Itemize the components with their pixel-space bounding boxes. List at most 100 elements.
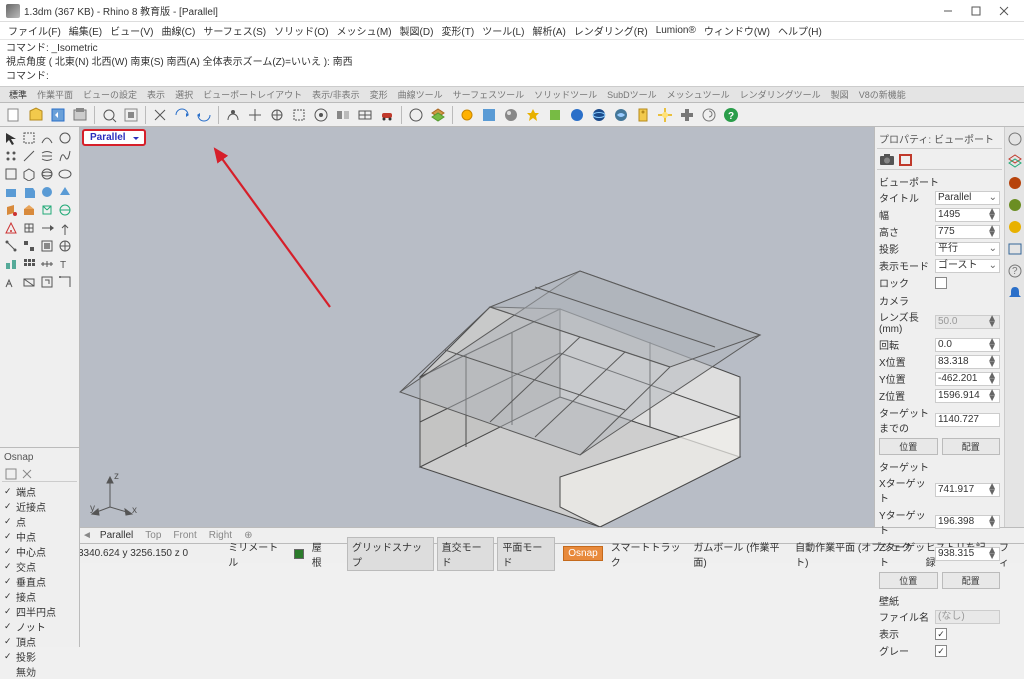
prop-value[interactable]: (なし) — [935, 610, 1000, 624]
menu-item[interactable]: レンダリング(R) — [570, 23, 652, 38]
osnap-item[interactable]: 交点 — [2, 559, 77, 574]
toolbar-tab[interactable]: サーフェスツール — [448, 88, 529, 101]
status-item[interactable]: スマートトラック — [611, 539, 688, 569]
menu-item[interactable]: ウィンドウ(W) — [700, 23, 774, 38]
prop-checkbox[interactable]: ✓ — [935, 645, 947, 657]
tool-button[interactable] — [38, 255, 56, 273]
toolbar-tab[interactable]: ソリッドツール — [529, 88, 602, 101]
menu-item[interactable]: 編集(E) — [65, 23, 106, 38]
toolbar-button[interactable] — [545, 105, 565, 125]
toolbar-tab[interactable]: V8の新機能 — [854, 88, 911, 101]
osnap-item[interactable]: 垂直点 — [2, 574, 77, 589]
toolbar-tab[interactable]: SubDツール — [602, 88, 662, 101]
tool-button[interactable] — [38, 237, 56, 255]
tool-button[interactable] — [2, 201, 20, 219]
layer-color-swatch[interactable] — [294, 549, 304, 559]
tool-button[interactable] — [2, 147, 20, 165]
osnap-item[interactable]: 中心点 — [2, 544, 77, 559]
toolbar-button[interactable] — [194, 105, 214, 125]
toolbar-button[interactable] — [501, 105, 521, 125]
osnap-item[interactable]: 中点 — [2, 529, 77, 544]
menu-item[interactable]: ヘルプ(H) — [774, 23, 826, 38]
toolbar-tab[interactable]: ビューの設定 — [78, 88, 142, 101]
toolbar-tab[interactable]: メッシュツール — [662, 88, 735, 101]
toolbar-tab[interactable]: 曲線ツール — [393, 88, 448, 101]
toolbar-button[interactable]: ? — [721, 105, 741, 125]
command-prompt[interactable]: コマンド: — [6, 70, 1018, 84]
view-tab[interactable]: Front — [167, 530, 202, 541]
tool-button[interactable] — [56, 129, 74, 147]
tool-button[interactable] — [20, 219, 38, 237]
tool-button[interactable] — [2, 273, 20, 291]
menu-item[interactable]: メッシュ(M) — [333, 23, 396, 38]
camera-tab-icon[interactable] — [879, 153, 895, 167]
material-tab-icon[interactable] — [898, 153, 914, 167]
menu-item[interactable]: Lumion® — [652, 25, 700, 36]
prop-value[interactable]: 83.318▲▼ — [935, 355, 1000, 369]
osnap-item[interactable]: 近接点 — [2, 499, 77, 514]
toolbar-tab[interactable]: 変形 — [365, 88, 393, 101]
prop-value[interactable]: 741.917▲▼ — [935, 483, 1000, 497]
prop-value[interactable]: Parallel⌄ — [935, 191, 1000, 205]
tool-button[interactable] — [2, 129, 20, 147]
osnap-item[interactable]: 頂点 — [2, 634, 77, 649]
prop-button[interactable]: 位置 — [879, 572, 938, 589]
toolbar-button[interactable] — [699, 105, 719, 125]
minimize-button[interactable] — [934, 3, 962, 19]
osnap-item[interactable]: ノット — [2, 619, 77, 634]
maximize-button[interactable] — [962, 3, 990, 19]
tool-button[interactable] — [38, 129, 56, 147]
menu-item[interactable]: 製図(D) — [396, 23, 438, 38]
prop-value[interactable]: -462.201▲▼ — [935, 372, 1000, 386]
prop-value[interactable]: ゴースト⌄ — [935, 259, 1000, 273]
viewport-label[interactable]: Parallel — [82, 129, 146, 146]
toolbar-button[interactable] — [589, 105, 609, 125]
command-area[interactable]: コマンド: _Isometric 視点角度 ( 北東(N) 北西(W) 南東(S… — [0, 40, 1024, 87]
prop-value[interactable]: 938.315▲▼ — [935, 547, 1000, 561]
toolbar-tab[interactable]: 製図 — [826, 88, 854, 101]
prop-value[interactable]: 平行⌄ — [935, 242, 1000, 256]
properties-tab-icon[interactable] — [1007, 131, 1023, 147]
menu-item[interactable]: 変形(T) — [437, 23, 478, 38]
toolbar-button[interactable] — [267, 105, 287, 125]
tool-button[interactable] — [38, 273, 56, 291]
toolbar-button[interactable] — [523, 105, 543, 125]
view-tab[interactable]: Parallel — [94, 530, 139, 541]
prop-checkbox[interactable] — [935, 277, 947, 289]
tool-button[interactable] — [20, 201, 38, 219]
toolbar-button[interactable] — [406, 105, 426, 125]
tool-button[interactable]: T — [56, 255, 74, 273]
prop-value[interactable]: 50.0▲▼ — [935, 315, 1000, 329]
tool-button[interactable] — [56, 147, 74, 165]
osnap-item[interactable]: 接点 — [2, 589, 77, 604]
viewport[interactable]: Parallel — [80, 127, 874, 527]
tool-button[interactable] — [20, 237, 38, 255]
toolbar-button[interactable] — [70, 105, 90, 125]
close-button[interactable] — [990, 3, 1018, 19]
toolbar-button[interactable] — [150, 105, 170, 125]
tool-button[interactable] — [2, 183, 20, 201]
tool-button[interactable] — [2, 255, 20, 273]
tool-button[interactable] — [20, 273, 38, 291]
toolbar-button[interactable] — [479, 105, 499, 125]
toolbar-tab[interactable]: 選択 — [170, 88, 198, 101]
toolbar-tab[interactable]: レンダリングツール — [735, 88, 826, 101]
prop-button[interactable]: 位置 — [879, 438, 938, 455]
menu-item[interactable]: ファイル(F) — [4, 23, 65, 38]
tool-button[interactable] — [20, 165, 38, 183]
tool-button[interactable] — [2, 165, 20, 183]
prop-value[interactable]: 196.398▲▼ — [935, 515, 1000, 529]
toolbar-button[interactable] — [26, 105, 46, 125]
toolbar-tab[interactable]: 表示 — [142, 88, 170, 101]
prop-checkbox[interactable]: ✓ — [935, 628, 947, 640]
menu-item[interactable]: 解析(A) — [528, 23, 569, 38]
tool-button[interactable] — [38, 147, 56, 165]
prop-value[interactable]: 775▲▼ — [935, 225, 1000, 239]
toolbar-button[interactable] — [677, 105, 697, 125]
tool-button[interactable] — [56, 201, 74, 219]
tool-button[interactable] — [20, 255, 38, 273]
osnap-settings-icon[interactable] — [20, 467, 34, 481]
menu-item[interactable]: ツール(L) — [478, 23, 528, 38]
prop-value[interactable]: 0.0▲▼ — [935, 338, 1000, 352]
osnap-item[interactable]: 点 — [2, 514, 77, 529]
